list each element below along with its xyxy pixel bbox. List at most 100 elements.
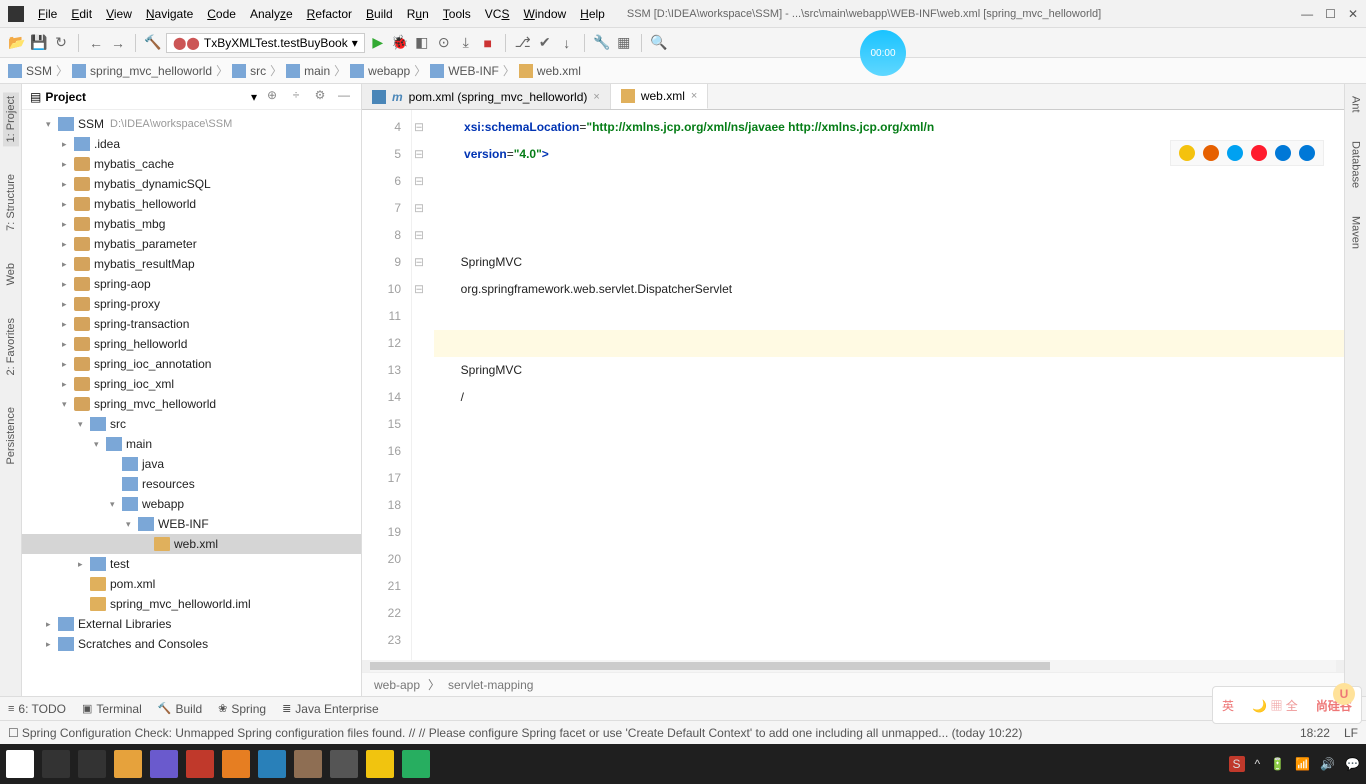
chrome-icon[interactable] (1179, 145, 1195, 161)
tree-row[interactable]: ▸mybatis_resultMap (22, 254, 361, 274)
save-icon[interactable]: 💾 (30, 34, 48, 52)
close-icon[interactable]: ✕ (1348, 7, 1358, 21)
tree-row[interactable]: ▾SSMD:\IDEA\workspace\SSM (22, 114, 361, 134)
close-icon[interactable]: × (593, 91, 599, 103)
debug-icon[interactable]: 🐞 (391, 34, 409, 52)
menu-run[interactable]: Run (401, 5, 435, 23)
commit-icon[interactable]: ✔ (536, 34, 554, 52)
tab-persistence[interactable]: Persistence (3, 403, 19, 468)
tree-row[interactable]: ▾webapp (22, 494, 361, 514)
update-icon[interactable]: ↓ (558, 34, 576, 52)
menu-refactor[interactable]: Refactor (301, 5, 358, 23)
tree-row[interactable]: ▾main (22, 434, 361, 454)
tree-row[interactable]: ▸spring_helloworld (22, 334, 361, 354)
taskbar-app[interactable] (186, 750, 214, 778)
profile-icon[interactable]: ⊙ (435, 34, 453, 52)
breadcrumb-item[interactable]: WEB-INF (430, 64, 499, 78)
menu-code[interactable]: Code (201, 5, 242, 23)
tree-row[interactable]: ▸mybatis_helloworld (22, 194, 361, 214)
tab-javaee[interactable]: ≣ Java Enterprise (282, 702, 379, 716)
menu-navigate[interactable]: Navigate (140, 5, 199, 23)
minimize-icon[interactable]: — (1301, 7, 1313, 21)
tree-row[interactable]: ▸spring-transaction (22, 314, 361, 334)
breadcrumb-item[interactable]: web.xml (519, 64, 581, 78)
tree-row[interactable]: ▾WEB-INF (22, 514, 361, 534)
safari-icon[interactable] (1227, 145, 1243, 161)
menu-help[interactable]: Help (574, 5, 611, 23)
fold-gutter[interactable]: ⊟⊟⊟⊟⊟⊟⊟ (412, 110, 426, 660)
taskbar-app[interactable] (402, 750, 430, 778)
tab-terminal[interactable]: ▣ Terminal (82, 702, 142, 716)
breadcrumb-item[interactable]: main (286, 64, 330, 78)
tree-row[interactable]: ▸Scratches and Consoles (22, 634, 361, 654)
start-button[interactable] (6, 750, 34, 778)
ie-icon[interactable] (1275, 145, 1291, 161)
collapse-icon[interactable]: ÷ (287, 88, 305, 106)
tab-todo[interactable]: ≡ 6: TODO (8, 702, 66, 716)
tree-row[interactable]: ▸spring-proxy (22, 294, 361, 314)
open-icon[interactable]: 📂 (8, 34, 26, 52)
menu-file[interactable]: File (32, 5, 63, 23)
taskbar-app[interactable] (330, 750, 358, 778)
maximize-icon[interactable]: ☐ (1325, 7, 1336, 21)
search-icon[interactable]: 🔍 (650, 34, 668, 52)
tree-row[interactable]: ▸External Libraries (22, 614, 361, 634)
coverage-icon[interactable]: ◧ (413, 34, 431, 52)
git-icon[interactable]: ⎇ (514, 34, 532, 52)
tree-row[interactable]: web.xml (22, 534, 361, 554)
menu-tools[interactable]: Tools (437, 5, 477, 23)
tab-database[interactable]: Database (1348, 137, 1364, 192)
structure-icon[interactable]: ▦ (615, 34, 633, 52)
menu-window[interactable]: Window (517, 5, 572, 23)
refresh-icon[interactable]: ↻ (52, 34, 70, 52)
stop-icon[interactable]: ■ (479, 34, 497, 52)
tab-pom[interactable]: mpom.xml (spring_mvc_helloworld)× (362, 84, 611, 109)
code-content[interactable]: xsi:schemaLocation="http://xmlns.jcp.org… (426, 110, 1344, 660)
tree-row[interactable]: ▸spring-aop (22, 274, 361, 294)
horizontal-scrollbar[interactable] (370, 660, 1336, 672)
taskbar-app[interactable] (258, 750, 286, 778)
firefox-icon[interactable] (1203, 145, 1219, 161)
taskbar-app[interactable] (114, 750, 142, 778)
search-button[interactable] (42, 750, 70, 778)
tab-maven[interactable]: Maven (1348, 212, 1364, 253)
tree-row[interactable]: ▸test (22, 554, 361, 574)
taskbar-app[interactable] (366, 750, 394, 778)
tab-webxml[interactable]: web.xml× (611, 84, 708, 109)
tab-project[interactable]: 1: Project (3, 92, 19, 146)
attach-icon[interactable]: ⤓ (457, 34, 475, 52)
tab-ant[interactable]: Ant (1348, 92, 1364, 117)
taskview-button[interactable] (78, 750, 106, 778)
settings-icon[interactable]: 🔧 (593, 34, 611, 52)
tree-row[interactable]: ▸mybatis_mbg (22, 214, 361, 234)
run-configuration[interactable]: ⬤⬤ TxByXMLTest.testBuyBook ▾ (166, 33, 365, 53)
back-icon[interactable]: ← (87, 34, 105, 52)
tree-row[interactable]: spring_mvc_helloworld.iml (22, 594, 361, 614)
tree-row[interactable]: ▸mybatis_dynamicSQL (22, 174, 361, 194)
breadcrumb-item[interactable]: src (232, 64, 266, 78)
run-icon[interactable]: ▶ (369, 34, 387, 52)
tree-row[interactable]: resources (22, 474, 361, 494)
menu-vcs[interactable]: VCS (479, 5, 516, 23)
tree-row[interactable]: ▸.idea (22, 134, 361, 154)
forward-icon[interactable]: → (109, 34, 127, 52)
target-icon[interactable]: ⊕ (263, 88, 281, 106)
tab-structure[interactable]: 7: Structure (3, 170, 19, 235)
hide-icon[interactable]: — (335, 88, 353, 106)
menu-view[interactable]: View (100, 5, 138, 23)
tree-row[interactable]: java (22, 454, 361, 474)
tree-row[interactable]: ▾src (22, 414, 361, 434)
tab-build[interactable]: 🔨 Build (158, 702, 202, 716)
tab-web[interactable]: Web (3, 259, 19, 289)
code-editor[interactable]: 4567891011121314151617181920212223 ⊟⊟⊟⊟⊟… (362, 110, 1344, 660)
tab-spring[interactable]: ❀ Spring (218, 702, 266, 716)
timer-widget[interactable]: 00:00 (860, 30, 906, 76)
project-tree[interactable]: ▾SSMD:\IDEA\workspace\SSM▸.idea ▸mybatis_… (22, 110, 361, 696)
taskbar-app[interactable] (150, 750, 178, 778)
tree-row[interactable]: ▸spring_ioc_annotation (22, 354, 361, 374)
event-log-icon[interactable]: ☐ (8, 726, 19, 740)
taskbar-app[interactable] (294, 750, 322, 778)
menu-edit[interactable]: Edit (65, 5, 98, 23)
build-icon[interactable]: 🔨 (144, 34, 162, 52)
taskbar-app[interactable] (222, 750, 250, 778)
